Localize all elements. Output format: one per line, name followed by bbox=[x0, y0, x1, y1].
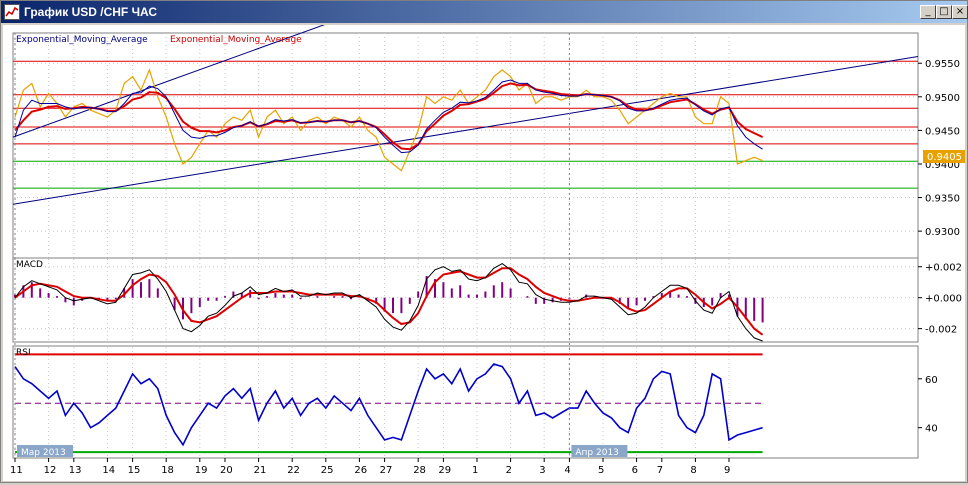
x-tick-label-22: 8 bbox=[690, 465, 696, 476]
x-tick-label-8: 21 bbox=[254, 465, 267, 476]
title-bar: График USD /CHF ЧАС _ □ × bbox=[1, 1, 968, 23]
x-tick-label-15: 1 bbox=[472, 465, 478, 476]
rsi-ytick-label-1: 40 bbox=[925, 424, 938, 435]
x-tick-label-12: 27 bbox=[380, 465, 393, 476]
price-ytick-label-1: 0.9500 bbox=[925, 93, 960, 104]
rsi-ytick-label-0: 60 bbox=[925, 375, 938, 386]
rsi-pane bbox=[12, 345, 919, 459]
x-tick-label-17: 3 bbox=[539, 465, 545, 476]
minimize-button[interactable]: _ bbox=[920, 5, 936, 19]
macd-ytick-label-2: -0.002 bbox=[925, 325, 957, 336]
chart-canvas: 0.95500.95000.94500.94000.93500.9300 Exp… bbox=[10, 15, 965, 476]
x-tick-label-2: 13 bbox=[69, 465, 82, 476]
x-tick-label-16: 2 bbox=[506, 465, 512, 476]
x-tick-label-20: 6 bbox=[632, 465, 638, 476]
x-tick-label-23: 9 bbox=[724, 465, 730, 476]
price-ytick-label-0: 0.9550 bbox=[925, 59, 960, 70]
price-pane bbox=[12, 32, 919, 259]
macd-pane bbox=[12, 257, 919, 343]
price-ytick-label-2: 0.9450 bbox=[925, 126, 960, 137]
x-tick-label-4: 15 bbox=[128, 465, 141, 476]
macd-ytick-label-1: +0.000 bbox=[925, 294, 962, 305]
macd-ytick-label-0: +0.002 bbox=[925, 263, 962, 274]
legend-ema-1: Exponential_Moving_Average bbox=[16, 35, 148, 45]
chart-window-icon bbox=[4, 4, 20, 20]
month-marker-1: Апр 2013 bbox=[575, 448, 619, 458]
price-ytick-label-5: 0.9300 bbox=[925, 227, 960, 238]
price-ytick-label-4: 0.9350 bbox=[925, 194, 960, 205]
legend-ema-2: Exponential_Moving_Average bbox=[170, 35, 302, 45]
rsi-label: RSI bbox=[16, 348, 31, 358]
x-tick-label-6: 19 bbox=[195, 465, 208, 476]
window-title: График USD /CHF ЧАС bbox=[24, 5, 158, 19]
x-tick-label-5: 18 bbox=[161, 465, 174, 476]
chart-area[interactable]: 0.9550 0.9500 0.9450 0.9400 0.9350 0.9300 Exp… bbox=[3, 15, 965, 481]
x-tick-label-13: 28 bbox=[413, 465, 426, 476]
x-tick-label-14: 29 bbox=[438, 465, 451, 476]
x-tick-label-0: 11 bbox=[10, 465, 23, 476]
maximize-button[interactable]: □ bbox=[936, 5, 952, 19]
x-tick-label-19: 5 bbox=[598, 465, 604, 476]
macd-label: MACD bbox=[16, 260, 43, 270]
x-tick-label-18: 4 bbox=[564, 465, 570, 476]
x-tick-label-1: 12 bbox=[44, 465, 57, 476]
x-tick-label-7: 20 bbox=[220, 465, 233, 476]
x-tick-label-3: 14 bbox=[102, 465, 115, 476]
x-tick-label-10: 25 bbox=[321, 465, 334, 476]
chart-window: График USD /CHF ЧАС _ □ × 0.9550 0.9500 0.… bbox=[0, 0, 968, 483]
x-tick-label-11: 26 bbox=[354, 465, 367, 476]
current-price-label: 0.9405 bbox=[927, 152, 962, 163]
month-marker-0: Мар 2013 bbox=[21, 448, 66, 458]
x-tick-label-21: 7 bbox=[657, 465, 663, 476]
x-tick-label-9: 22 bbox=[287, 465, 300, 476]
close-button[interactable]: × bbox=[952, 5, 968, 19]
